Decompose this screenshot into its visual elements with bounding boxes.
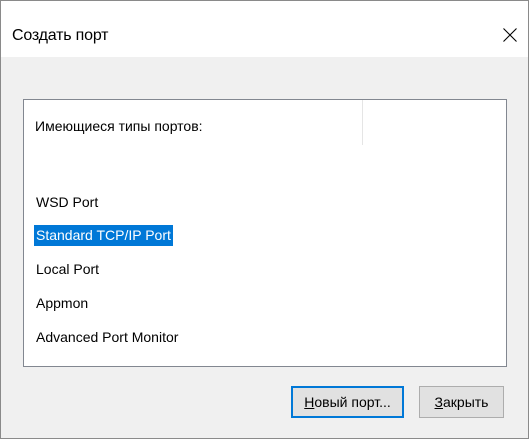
title-bar: Создать порт — [1, 1, 528, 57]
close-accelerator: З — [434, 394, 443, 410]
close-button[interactable] — [492, 19, 528, 51]
dialog-content: Имеющиеся типы портов: WSD Port Standard… — [1, 57, 528, 438]
list-item-appmon[interactable]: Appmon — [34, 293, 90, 314]
close-icon — [503, 28, 517, 42]
close-label-rest: акрыть — [443, 394, 489, 410]
new-port-button[interactable]: Новый порт... — [291, 386, 404, 418]
column-separator — [362, 100, 363, 145]
list-item-advanced-port-monitor[interactable]: Advanced Port Monitor — [34, 327, 180, 348]
list-item-standard-tcp-ip-port[interactable]: Standard TCP/IP Port — [34, 225, 173, 246]
list-item-local-port[interactable]: Local Port — [34, 259, 101, 280]
list-header: Имеющиеся типы портов: — [35, 118, 203, 134]
new-port-label-rest: овый порт... — [314, 394, 391, 410]
port-types-list[interactable]: Имеющиеся типы портов: WSD Port Standard… — [23, 99, 507, 367]
dialog-title: Создать порт — [12, 27, 109, 44]
new-port-button-label: Новый порт... — [304, 394, 391, 410]
close-dialog-button[interactable]: Закрыть — [419, 386, 504, 418]
list-item-wsd-port[interactable]: WSD Port — [34, 192, 100, 213]
close-button-label: Закрыть — [435, 394, 489, 410]
new-port-accelerator: Н — [304, 394, 315, 410]
create-port-dialog: Создать порт Имеющиеся типы портов: WSD … — [0, 0, 529, 439]
